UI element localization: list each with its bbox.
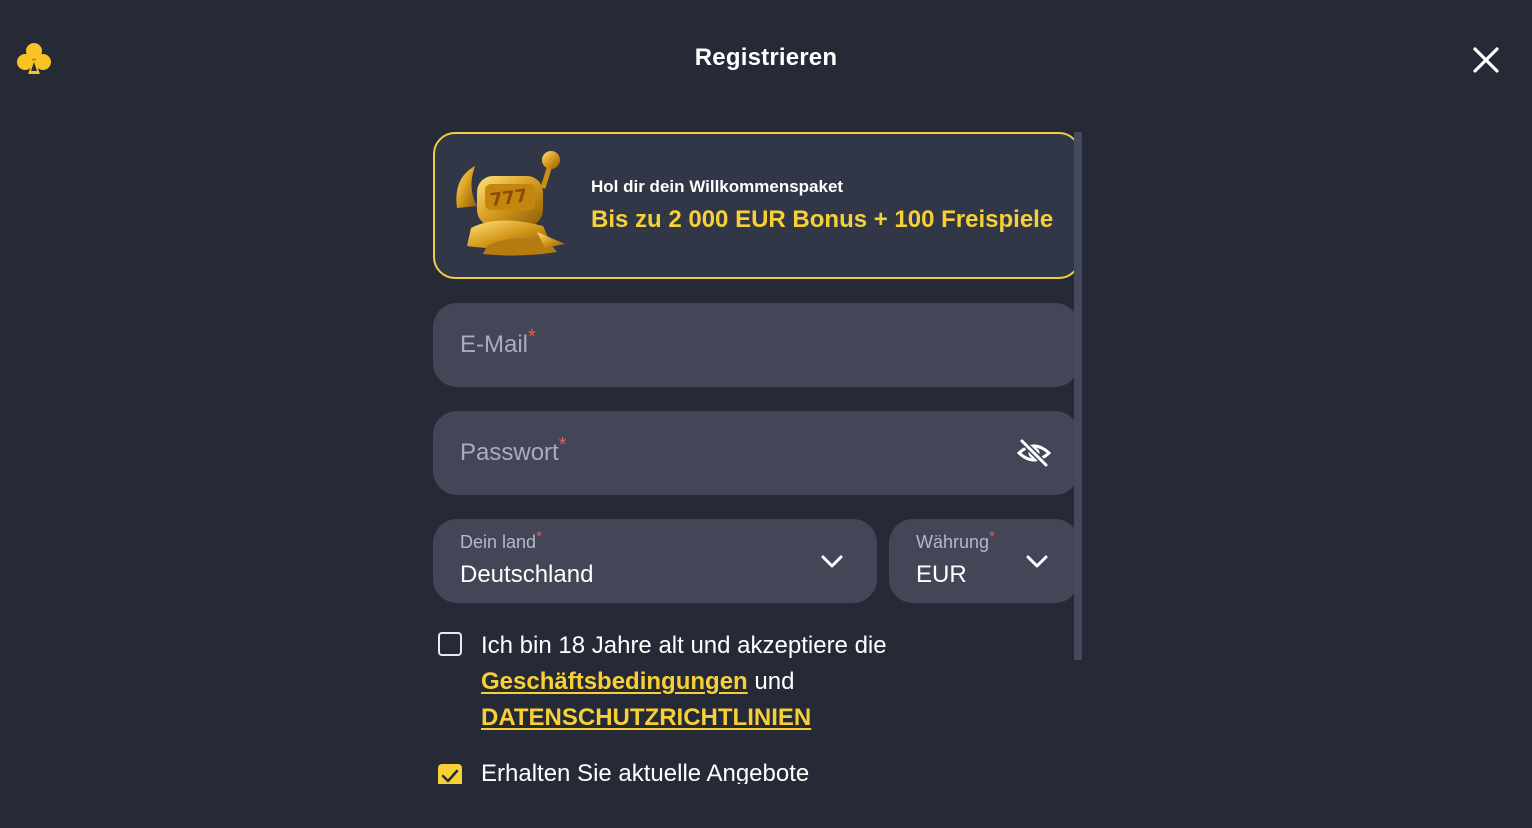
country-label: Dein land*	[460, 528, 542, 552]
eye-off-icon[interactable]	[1016, 437, 1052, 469]
check-icon	[441, 769, 459, 783]
country-value: Deutschland	[460, 561, 594, 588]
page-title: Registrieren	[694, 44, 838, 71]
country-select[interactable]: Dein land* Deutschland	[433, 519, 877, 603]
terms-text: Ich bin 18 Jahre alt und akzeptiere die …	[481, 632, 887, 731]
welcome-bonus-banner: 777 Hol dir dein Willkommenspaket Bis zu…	[433, 132, 1081, 279]
currency-select[interactable]: Währung* EUR	[889, 519, 1079, 603]
email-field[interactable]: E-Mail*	[433, 303, 1079, 387]
promo-subtitle: Hol dir dein Willkommenspaket	[591, 177, 844, 196]
chevron-down-icon	[1024, 552, 1050, 570]
terms-link[interactable]: Geschäftsbedingungen	[481, 668, 748, 695]
currency-value: EUR	[916, 561, 967, 588]
offers-label: Erhalten Sie aktuelle Angebote	[481, 760, 810, 784]
password-field[interactable]: Passwort*	[433, 411, 1079, 495]
scrollbar[interactable]	[1074, 132, 1082, 660]
password-placeholder: Passwort*	[460, 434, 567, 466]
slot-machine-icon: 777	[447, 148, 571, 260]
promo-headline: Bis zu 2 000 EUR Bonus + 100 Freispiele	[591, 206, 1054, 233]
privacy-link[interactable]: DATENSCHUTZRICHTLINIEN	[481, 704, 811, 731]
offers-checkbox[interactable]	[438, 764, 462, 784]
registration-form[interactable]: 777 Hol dir dein Willkommenspaket Bis zu…	[433, 132, 1083, 784]
close-icon[interactable]	[1466, 40, 1506, 80]
terms-checkbox[interactable]	[438, 632, 462, 656]
chevron-down-icon	[819, 552, 845, 570]
email-placeholder: E-Mail*	[460, 326, 536, 358]
currency-label: Währung*	[916, 528, 995, 552]
